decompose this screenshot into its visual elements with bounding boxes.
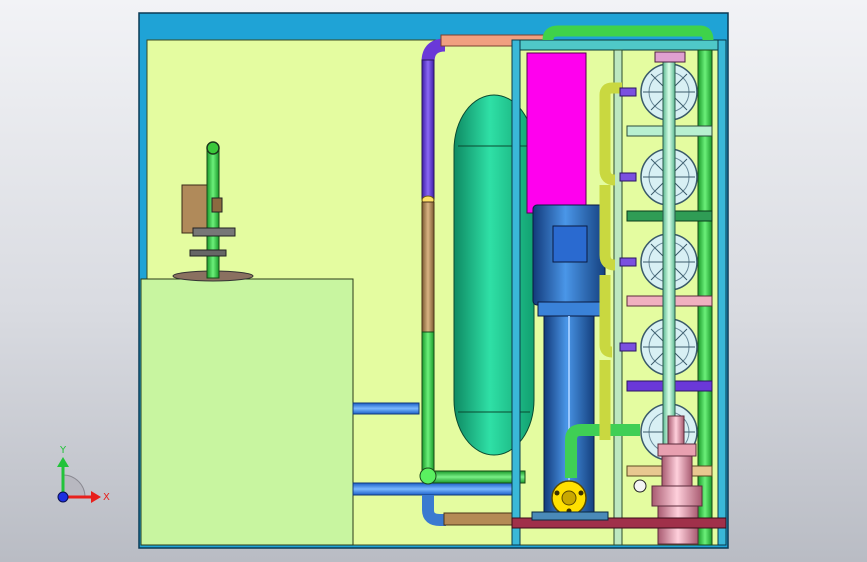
y-arrowhead-icon [57, 457, 69, 467]
view-orientation-triad: Y X [57, 445, 110, 503]
pressure-tank[interactable] [453, 94, 535, 456]
feed-pipe-upper[interactable] [352, 402, 420, 415]
feed-pipe-lower[interactable] [352, 482, 514, 496]
header-pipe-green[interactable] [429, 470, 526, 484]
vessel-top-fitting[interactable] [654, 51, 686, 63]
z-axis-dot [57, 491, 69, 503]
pump-inlet-flange[interactable] [551, 480, 587, 516]
x-axis-label: X [103, 492, 110, 503]
control-cabinet[interactable] [140, 278, 354, 546]
drain-pipe-tan[interactable] [443, 512, 515, 526]
electrical-panel[interactable] [526, 52, 587, 214]
y-axis-label: Y [59, 445, 67, 456]
cad-graphics-viewport[interactable]: Y X [0, 0, 867, 562]
tee-fitting[interactable] [419, 467, 437, 485]
pump-base-plate[interactable] [531, 511, 609, 521]
x-arrowhead-icon [91, 491, 101, 503]
